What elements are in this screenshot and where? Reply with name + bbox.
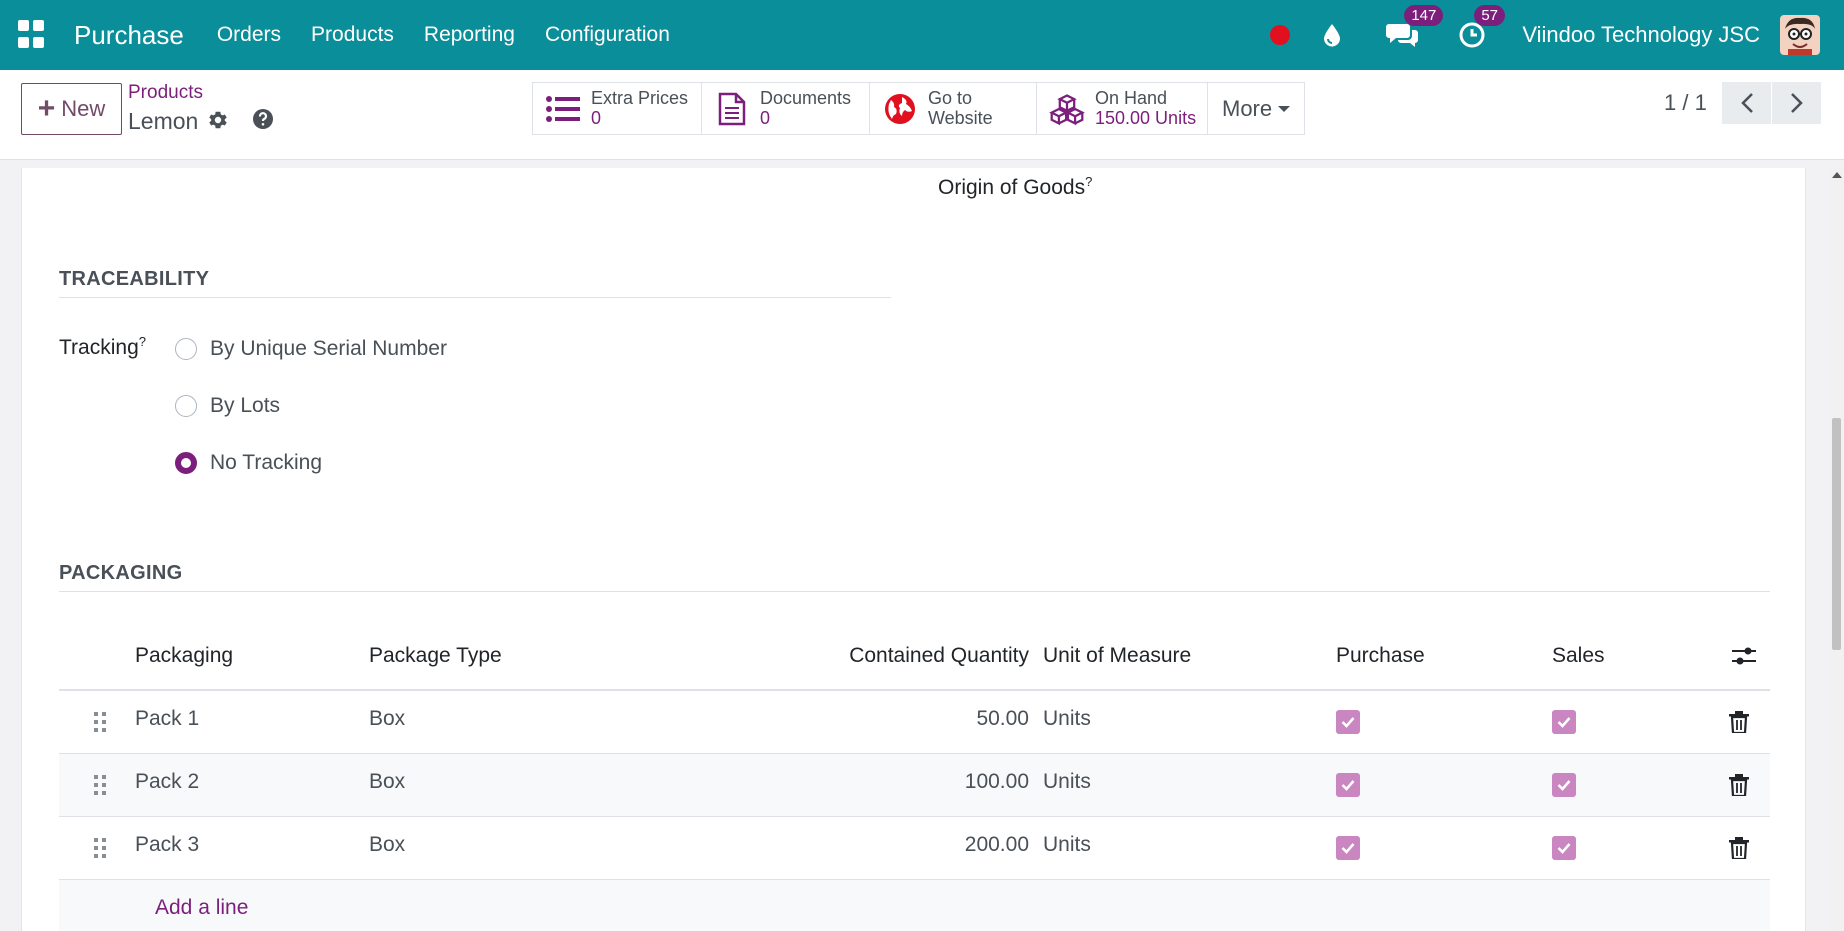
document-icon [714, 91, 750, 127]
on-hand-button[interactable]: On Hand 150.00 Units [1037, 83, 1208, 134]
table-row[interactable]: Pack 1 Box 50.00 Units [59, 691, 1770, 754]
cell-packaging[interactable]: Pack 2 [135, 770, 199, 794]
pager-previous-button[interactable] [1722, 82, 1771, 124]
cell-package-type[interactable]: Box [369, 833, 405, 857]
record-name: Lemon [128, 108, 199, 134]
cell-packaging[interactable]: Pack 1 [135, 707, 199, 731]
add-line-link[interactable]: Add a line [155, 896, 248, 920]
help-icon[interactable] [252, 108, 274, 130]
trash-icon[interactable] [1729, 774, 1749, 796]
globe-icon [882, 91, 918, 127]
drag-handle-icon[interactable] [93, 774, 107, 796]
chevron-left-icon [1740, 93, 1753, 113]
app-name[interactable]: Purchase [74, 20, 184, 51]
cell-packaging[interactable]: Pack 3 [135, 833, 199, 857]
scroll-thumb[interactable] [1832, 418, 1841, 650]
list-icon [545, 91, 581, 127]
cell-package-type[interactable]: Box [369, 770, 405, 794]
form-sheet: Origin of Goods? TRACEABILITY Tracking? … [21, 168, 1806, 931]
purchase-checkbox[interactable] [1336, 710, 1360, 734]
documents-button[interactable]: Documents 0 [702, 83, 870, 134]
plus-icon: + [37, 92, 56, 125]
gear-icon[interactable] [207, 109, 229, 131]
tracking-option-lots[interactable]: By Lots [175, 394, 280, 418]
packaging-divider [59, 591, 1770, 592]
radio-lots[interactable] [175, 395, 197, 417]
header-unit-of-measure[interactable]: Unit of Measure [1043, 644, 1191, 668]
header-sales[interactable]: Sales [1552, 644, 1605, 668]
trash-icon[interactable] [1729, 837, 1749, 859]
origin-of-goods-label: Origin of Goods? [938, 174, 1093, 199]
header-contained-quantity[interactable]: Contained Quantity [679, 644, 1029, 668]
drag-handle-icon[interactable] [93, 837, 107, 859]
chevron-right-icon [1790, 93, 1803, 113]
go-to-website-button[interactable]: Go to Website [870, 83, 1037, 134]
header-package-type[interactable]: Package Type [369, 644, 502, 668]
cell-quantity[interactable]: 100.00 [679, 770, 1029, 794]
more-button[interactable]: More [1208, 83, 1305, 134]
check-icon [1341, 780, 1355, 791]
pager-next-button[interactable] [1772, 82, 1821, 124]
droplet-icon[interactable] [1316, 19, 1348, 51]
breadcrumb-products[interactable]: Products [128, 82, 203, 104]
check-icon [1341, 717, 1355, 728]
clock-icon[interactable]: 57 [1456, 5, 1505, 51]
purchase-checkbox[interactable] [1336, 773, 1360, 797]
traceability-title: TRACEABILITY [59, 268, 210, 290]
radio-serial[interactable] [175, 338, 197, 360]
scroll-up-arrow-icon[interactable] [1832, 172, 1842, 178]
sales-checkbox[interactable] [1552, 773, 1576, 797]
cell-uom[interactable]: Units [1043, 770, 1091, 794]
traceability-divider [59, 297, 891, 298]
cubes-icon [1049, 91, 1085, 127]
check-icon [1557, 717, 1571, 728]
messages-badge: 147 [1404, 5, 1444, 26]
cell-uom[interactable]: Units [1043, 833, 1091, 857]
optional-columns-icon[interactable] [1732, 646, 1756, 672]
menu-products[interactable]: Products [311, 23, 394, 47]
tracking-label: Tracking? [59, 334, 146, 359]
top-navbar: Purchase Orders Products Reporting Confi… [0, 0, 1844, 70]
sales-checkbox[interactable] [1552, 710, 1576, 734]
apps-grid-icon[interactable] [18, 20, 48, 50]
check-icon [1557, 780, 1571, 791]
header-packaging[interactable]: Packaging [135, 644, 233, 668]
menu-configuration[interactable]: Configuration [545, 23, 670, 47]
cell-quantity[interactable]: 200.00 [679, 833, 1029, 857]
check-icon [1557, 843, 1571, 854]
activities-badge: 57 [1474, 5, 1505, 26]
extra-prices-button[interactable]: Extra Prices 0 [533, 83, 702, 134]
cell-package-type[interactable]: Box [369, 707, 405, 731]
tracking-option-none[interactable]: No Tracking [175, 451, 322, 475]
chat-icon[interactable]: 147 [1386, 5, 1444, 51]
table-row[interactable]: Pack 3 Box 200.00 Units [59, 817, 1770, 880]
header-purchase[interactable]: Purchase [1336, 644, 1425, 668]
user-avatar[interactable] [1780, 15, 1820, 55]
new-button[interactable]: + New [21, 83, 122, 135]
drag-handle-icon[interactable] [93, 711, 107, 733]
purchase-checkbox[interactable] [1336, 836, 1360, 860]
company-switcher[interactable]: Viindoo Technology JSC [1522, 22, 1760, 48]
page-scrollbar[interactable] [1829, 168, 1844, 931]
caret-down-icon [1278, 105, 1291, 112]
cell-uom[interactable]: Units [1043, 707, 1091, 731]
table-row[interactable]: Pack 2 Box 100.00 Units [59, 754, 1770, 817]
pager-value[interactable]: 1 / 1 [1664, 90, 1707, 116]
control-panel: + New Products Lemon Extra Prices 0 Docume… [0, 70, 1844, 160]
tracking-option-serial[interactable]: By Unique Serial Number [175, 337, 447, 361]
sales-checkbox[interactable] [1552, 836, 1576, 860]
check-icon [1341, 843, 1355, 854]
cell-quantity[interactable]: 50.00 [679, 707, 1029, 731]
smart-buttons: Extra Prices 0 Documents 0 Go to Website On… [532, 82, 1306, 135]
menu-reporting[interactable]: Reporting [424, 23, 515, 47]
radio-no-tracking[interactable] [175, 452, 197, 474]
menu-orders[interactable]: Orders [217, 23, 281, 47]
trash-icon[interactable] [1729, 711, 1749, 733]
record-dot-icon[interactable] [1270, 25, 1291, 45]
packaging-title: PACKAGING [59, 562, 183, 584]
add-line-row: Add a line [59, 880, 1770, 931]
